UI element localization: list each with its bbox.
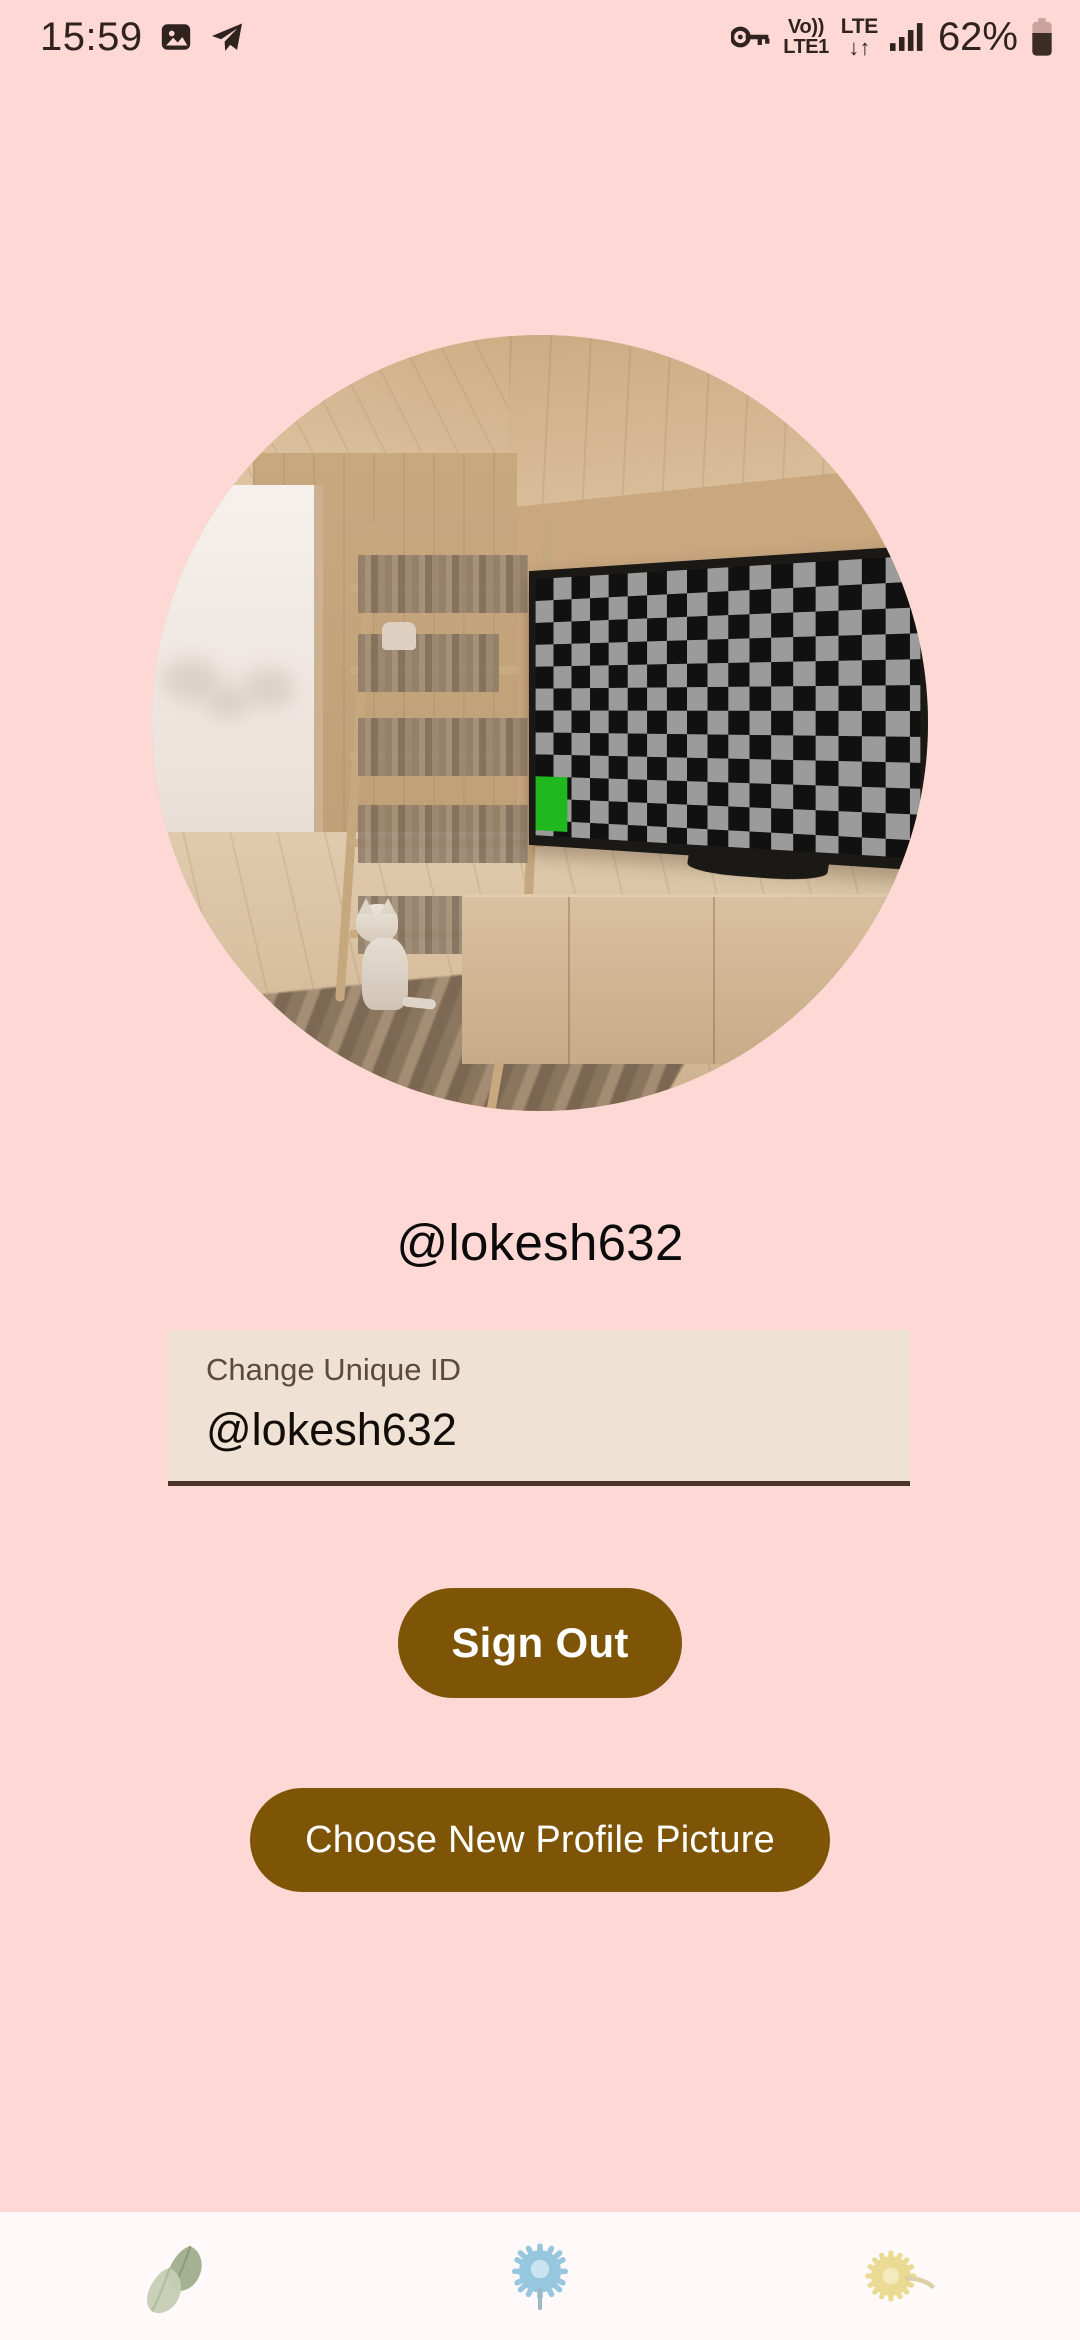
tv-checkerboard — [529, 544, 928, 883]
blue-flower-icon — [494, 2230, 586, 2322]
unique-id-label: Change Unique ID — [206, 1352, 462, 1387]
status-bar-left: 15:59 — [40, 17, 245, 57]
profile-screen: 15:59 Vo)) LTE1 LTE ↓↑ 62% @lokesh632 Ch… — [0, 0, 1080, 2340]
battery-icon — [1030, 18, 1054, 56]
unique-id-input[interactable]: @lokesh632 — [206, 1407, 910, 1452]
battery-percent: 62% — [937, 15, 1018, 59]
nav-item-blue-flower[interactable] — [360, 2212, 720, 2340]
bottom-navigation-bar — [0, 2212, 1080, 2340]
choose-new-profile-picture-button[interactable]: Choose New Profile Picture — [250, 1788, 830, 1892]
telegram-plane-icon — [209, 19, 245, 55]
status-time: 15:59 — [40, 15, 143, 59]
sign-out-button[interactable]: Sign Out — [398, 1588, 682, 1698]
signal-bars-icon — [889, 22, 924, 52]
status-bar-right: Vo)) LTE1 LTE ↓↑ 62% — [731, 16, 1054, 59]
photo-gallery-icon — [159, 20, 193, 54]
avatar-image[interactable] — [152, 335, 928, 1111]
avatar[interactable] — [152, 335, 928, 1111]
vpn-key-icon — [731, 24, 771, 50]
volte-icon: Vo)) LTE1 — [783, 16, 829, 58]
nav-item-yellow-flower[interactable] — [720, 2212, 1080, 2340]
profile-picture-scene — [152, 335, 928, 1111]
lte-data-icon: LTE ↓↑ — [840, 14, 879, 60]
nav-item-leaves[interactable] — [0, 2212, 360, 2340]
leaves-icon — [134, 2230, 226, 2322]
status-bar: 15:59 Vo)) LTE1 LTE ↓↑ 62% — [0, 0, 1080, 74]
unique-id-field[interactable]: Change Unique ID @lokesh632 — [168, 1330, 910, 1486]
cat-figure — [354, 898, 437, 1011]
yellow-flower-icon — [854, 2230, 946, 2322]
username-label: @lokesh632 — [396, 1214, 684, 1271]
